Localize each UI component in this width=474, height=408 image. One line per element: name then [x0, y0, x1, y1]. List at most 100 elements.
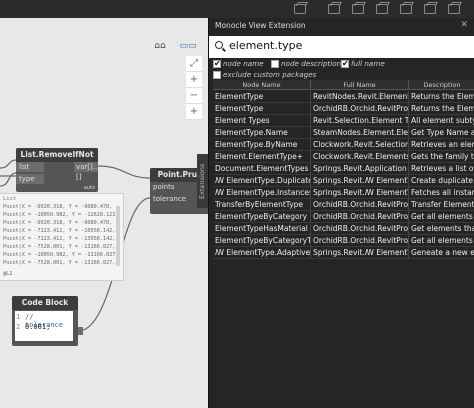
cell-description: Retrieves a list of a [411, 164, 474, 173]
view-cube-icon[interactable] [424, 4, 436, 14]
view-cube-icon[interactable] [352, 4, 364, 14]
cell-full-name: OrchidRB.Orchid.RevitProje [313, 103, 409, 115]
code-editor[interactable]: 1 // tolerance 2 0.001; [15, 311, 73, 341]
geometry-view-icon[interactable]: ⌂⌂ [148, 38, 172, 54]
pan-icon[interactable]: + [186, 104, 202, 120]
cell-description: Gets the family typ [411, 152, 474, 161]
cell-description: Geneate a new elei [411, 248, 474, 257]
extensions-tab[interactable]: Extensions [197, 154, 208, 208]
view-cube-icon[interactable] [448, 4, 460, 14]
cell-description: Fetches all instance [411, 188, 474, 197]
cell-description: Create duplicate ele [411, 176, 474, 185]
table-row[interactable]: ꟿ ElementType.Instances Springs.Revit.ꟿ E… [213, 187, 474, 199]
column-header-node-name[interactable]: Node Name [213, 80, 311, 90]
table-row[interactable]: ElementType OrchidRB.Orchid.RevitProje Ret… [213, 103, 474, 115]
node-list-removeifnot[interactable]: List.RemoveIfNot list type var[]..[] aut… [16, 148, 98, 192]
preview-line: Point(X = -9020.318, Y = -9080.470, [3, 220, 113, 226]
input-port-type[interactable]: type [16, 174, 44, 184]
line-number: 1 [16, 313, 21, 321]
table-row[interactable]: ElementTypeRevitNodes.Revit.Elements.ERe… [213, 91, 474, 103]
view-cube-icon[interactable] [294, 4, 306, 14]
table-row[interactable]: Element Types Revit.Selection.Element Typ… [213, 115, 474, 127]
view-cube-icon[interactable] [328, 4, 340, 14]
cell-full-name: Revit.Selection.Element Typ [313, 115, 409, 127]
zoom-controls: ⤢ + − + [186, 56, 202, 120]
table-row[interactable]: ElementTypeByCategoryTyp OrchidRB.Orchid.… [213, 235, 474, 247]
output-port[interactable]: var[]..[] [74, 162, 98, 181]
cell-description: Retrieves an eleme [411, 140, 474, 149]
table-row[interactable]: ꟿ ElementType.Duplicate Springs.Revit.ꟿ E… [213, 175, 474, 187]
table-row[interactable]: Document.ElementTypes Springs.Revit.Appli… [213, 163, 474, 175]
cell-description: Returns the Elemen [411, 104, 474, 113]
zoom-in-icon[interactable]: + [186, 72, 202, 88]
full-name-checkbox[interactable] [341, 59, 349, 68]
input-port-points[interactable]: points [150, 182, 190, 192]
table-row[interactable]: Element.ElementType+ Clockwork.Revit.Elem… [213, 151, 474, 163]
exclude-custom-packages-checkbox[interactable] [213, 71, 221, 79]
node-code-block[interactable]: Code Block 1 // tolerance 2 0.001; [12, 296, 83, 346]
preview-line: Point(X = -7528.001, Y = -13166.027, [3, 244, 116, 250]
graph-view-icon[interactable]: ▭▭ [176, 38, 200, 54]
table-row[interactable]: ElementTypeHasMaterial OrchidRB.Orchid.Re… [213, 223, 474, 235]
cell-description: Get elements that h [411, 224, 474, 233]
cell-full-name: SteamNodes.Element.Elem [313, 127, 409, 139]
cell-node-name: Document.ElementTypes [213, 163, 311, 175]
view-cube-icon[interactable] [400, 4, 412, 14]
table-row[interactable]: ElementType.Name SteamNodes.Element.Elem G… [213, 127, 474, 139]
cell-node-name: Element Types [213, 115, 311, 127]
preview-line: Point(X = -10050.982, Y = -12628.121 [3, 212, 116, 218]
cell-full-name: OrchidRB.Orchid.RevitProje [313, 235, 409, 247]
table-row[interactable]: ElementTypeByCategory OrchidRB.Orchid.Rev… [213, 211, 474, 223]
preview-line: Point(X = -7123.412, Y = -13956.142, [3, 236, 116, 242]
cell-description: Get all elements by [411, 212, 474, 221]
cell-full-name: OrchidRB.Orchid.RevitProje [313, 211, 409, 223]
column-header-description[interactable]: Description [409, 80, 474, 90]
node-preview-list: List Point(X = -9020.318, Y = -9080.470,… [0, 193, 124, 281]
panel-title: Monocle View Extension [215, 21, 306, 30]
node-name-label: node name [223, 59, 264, 68]
full-name-label: full name [351, 59, 385, 68]
line-number: 2 [16, 323, 21, 331]
close-icon[interactable]: ✕ [460, 20, 468, 30]
cell-full-name: Springs.Revit.ꟿ ElementTyp [313, 187, 409, 199]
cell-full-name: OrchidRB.Orchid.RevitProje [313, 223, 409, 235]
cell-description: Transfer ElementTyp [411, 200, 474, 209]
table-row[interactable]: TransferByElementType OrchidRB.Orchid.Rev… [213, 199, 474, 211]
preview-title: List [3, 196, 17, 202]
graph-canvas[interactable]: ⌂⌂ ▭▭ ⤢ + − + List.RemoveIfNot list type… [0, 18, 208, 408]
zoom-out-icon[interactable]: − [186, 88, 202, 104]
cell-node-name: ElementTypeByCategory [213, 211, 311, 223]
exclude-custom-packages-label: exclude custom packages [223, 70, 317, 79]
output-port[interactable] [78, 327, 83, 335]
extensions-tab-label: Extensions [198, 163, 206, 199]
cell-full-name: Clockwork.Revit.Selection.M [313, 139, 409, 151]
input-port-tolerance[interactable]: tolerance [150, 194, 190, 204]
table-row[interactable]: ElementType.ByName Clockwork.Revit.Select… [213, 139, 474, 151]
preview-count: @L1 [3, 271, 13, 277]
preview-line: Point(X = -10050.982, Y = -13166.027 [3, 252, 116, 258]
cell-full-name: Springs.Revit.ꟿ ElementTyp [313, 247, 409, 259]
column-header-full-name[interactable]: Full Name [311, 80, 409, 90]
node-description-label: node description [281, 59, 342, 68]
cell-full-name: RevitNodes.Revit.Elements.E [313, 91, 409, 103]
input-port-list[interactable]: list [16, 162, 44, 172]
cell-description: All element subtype [411, 116, 474, 125]
node-title: List.RemoveIfNot [16, 148, 98, 162]
view-cube-icon[interactable] [376, 4, 388, 14]
preview-line: Point(X = -9020.318, Y = -9080.470, [3, 204, 113, 210]
node-description-checkbox[interactable] [271, 60, 279, 68]
cell-node-name: ꟿ ElementType.Instances [215, 187, 311, 199]
lacing-label: auto [83, 185, 95, 191]
node-name-checkbox[interactable] [213, 59, 221, 68]
search-icon [215, 41, 223, 49]
preview-scrollbar[interactable] [116, 206, 120, 266]
cell-node-name: ElementType.ByName [213, 139, 311, 151]
table-row[interactable]: ꟿ ElementType.AdaptiveBy Springs.Revit.ꟿ … [213, 247, 474, 259]
search-input[interactable]: element.type [229, 39, 302, 52]
cell-node-name: ElementType [213, 91, 311, 103]
cell-node-name: ElementTypeHasMaterial [213, 223, 311, 235]
zoom-fit-icon[interactable]: ⤢ [186, 56, 202, 72]
search-bar[interactable]: element.type [209, 36, 474, 58]
cell-node-name: Element.ElementType+ [213, 151, 311, 163]
cell-node-name: ElementTypeByCategoryTyp [215, 235, 311, 247]
